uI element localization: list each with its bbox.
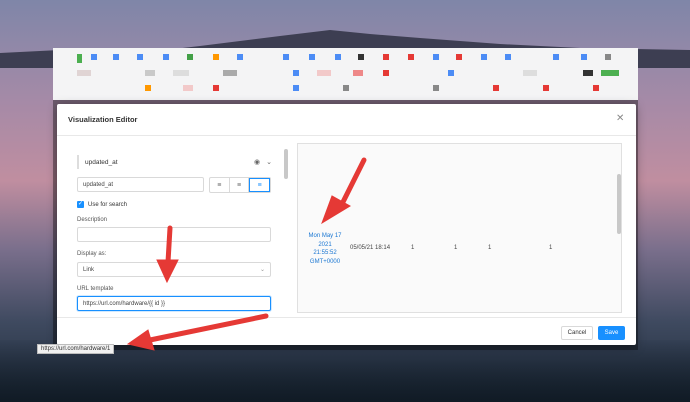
cancel-button[interactable]: Cancel: [561, 326, 593, 340]
date-line: Mon May 17: [308, 233, 342, 239]
save-button[interactable]: Save: [598, 326, 625, 340]
checkbox-checked-icon[interactable]: ✓: [77, 201, 84, 208]
table-cell: 1: [488, 245, 492, 251]
use-for-search-checkbox-row[interactable]: ✓ Use for search: [77, 201, 127, 208]
visualization-editor-modal: Visualization Editor ✕ updated_at ◉ ⌄ up…: [57, 104, 636, 345]
table-cell: 1: [454, 245, 458, 251]
preview-table: Mon May 17 2021 21:55:52 GMT+0000 05/05/…: [297, 143, 622, 313]
column-title-input[interactable]: updated_at: [77, 177, 204, 192]
background-app-window: [53, 48, 638, 100]
close-icon[interactable]: ✕: [616, 114, 626, 124]
alignment-button-group: ≡ ≡ ≡: [209, 177, 271, 193]
modal-header: Visualization Editor: [57, 104, 636, 136]
use-for-search-label: Use for search: [88, 201, 128, 208]
column-header[interactable]: updated_at ◉ ⌄: [77, 155, 272, 169]
table-cell: 1: [411, 245, 415, 251]
chevron-down-icon[interactable]: ⌄: [266, 158, 272, 166]
align-left-icon[interactable]: ≡: [210, 178, 230, 192]
display-as-select[interactable]: Link ⌄: [77, 262, 271, 277]
preview-scrollbar[interactable]: [617, 174, 621, 234]
modal-title: Visualization Editor: [68, 115, 138, 124]
column-name: updated_at: [85, 158, 118, 166]
url-template-input[interactable]: https://url.com/hardware/{{ id }}: [77, 296, 271, 311]
date-line: 2021: [318, 241, 332, 248]
date-line: GMT+0000: [309, 258, 341, 265]
table-cell: 05/05/21 18:14: [350, 245, 391, 251]
modal-footer: Cancel Save: [57, 317, 636, 345]
left-pane-scrollbar[interactable]: [284, 149, 288, 179]
description-input[interactable]: [77, 227, 271, 242]
date-link-cell[interactable]: Mon May 17 2021 21:55:52 GMT+0000: [308, 232, 342, 266]
browser-status-bar: https://url.com/hardware/1: [37, 344, 115, 354]
column-settings-panel: updated_at ◉ ⌄ updated_at ≡ ≡ ≡ ✓ Use fo…: [57, 137, 285, 317]
align-center-icon[interactable]: ≡: [230, 178, 250, 192]
chevron-down-icon: ⌄: [259, 267, 265, 273]
date-line: 21:55:52: [313, 250, 337, 256]
display-as-value: Link: [83, 266, 95, 273]
eye-icon[interactable]: ◉: [254, 158, 260, 166]
display-as-label: Display as:: [77, 251, 107, 257]
description-label: Description: [77, 217, 108, 223]
url-template-label: URL template: [77, 286, 114, 292]
align-right-icon[interactable]: ≡: [249, 178, 271, 192]
table-cell: 1: [549, 245, 553, 251]
